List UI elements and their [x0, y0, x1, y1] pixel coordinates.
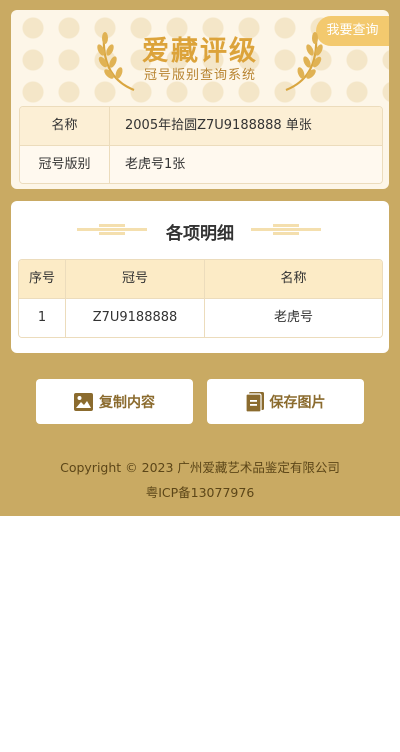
info-table: 名称 2005年拾圆Z7U9188888 单张 冠号版别 老虎号1张: [19, 106, 383, 184]
section-title: 各项明细: [166, 224, 234, 244]
info-value: 老虎号1张: [125, 157, 186, 172]
footer: Copyright © 2023 广州爱藏艺术品鉴定有限公司 粤ICP备1307…: [0, 455, 400, 505]
info-row-name: 名称 2005年拾圆Z7U9188888 单张: [20, 107, 382, 146]
cell-serial: Z7U9188888: [66, 299, 205, 337]
info-row-version: 冠号版别 老虎号1张: [20, 146, 382, 183]
detail-table: 序号 冠号 名称 1 Z7U9188888 老虎号: [18, 259, 383, 338]
icp-text: 粤ICP备13077976: [145, 485, 255, 500]
column-header-name: 名称: [280, 271, 307, 286]
cell-name: 老虎号: [273, 310, 313, 325]
document-icon: [245, 391, 264, 412]
table-header: 序号 冠号 名称: [19, 260, 382, 299]
info-label: 冠号版别: [20, 146, 110, 183]
logo-title: 爱藏评级: [142, 36, 258, 67]
column-header-index: 序号: [19, 260, 66, 298]
copyright-text: Copyright © 2023 广州爱藏艺术品鉴定有限公司: [60, 460, 340, 475]
logo: 爱藏评级 冠号版别查询系统: [11, 36, 389, 84]
info-value: 2005年拾圆Z7U9188888 单张: [125, 118, 312, 133]
info-label: 名称: [20, 107, 110, 145]
image-icon: [74, 392, 93, 411]
title-decoration-right: [251, 224, 321, 235]
copy-button-label: 复制内容: [99, 394, 155, 411]
cell-index: 1: [19, 299, 66, 337]
details-card: 各项明细 序号 冠号 名称 1 Z7U9188888 老虎号: [11, 201, 389, 353]
table-row: 1 Z7U9188888 老虎号: [19, 299, 382, 337]
copy-content-button[interactable]: 复制内容: [36, 379, 193, 424]
logo-subtitle: 冠号版别查询系统: [143, 68, 256, 83]
save-image-button[interactable]: 保存图片: [207, 379, 364, 424]
summary-card: 我要查询 爱藏评级 冠号版别查询系统 名称 2005年拾圆Z7U9188888 …: [11, 10, 389, 189]
column-header-serial: 冠号: [66, 260, 205, 298]
save-button-label: 保存图片: [269, 394, 326, 411]
